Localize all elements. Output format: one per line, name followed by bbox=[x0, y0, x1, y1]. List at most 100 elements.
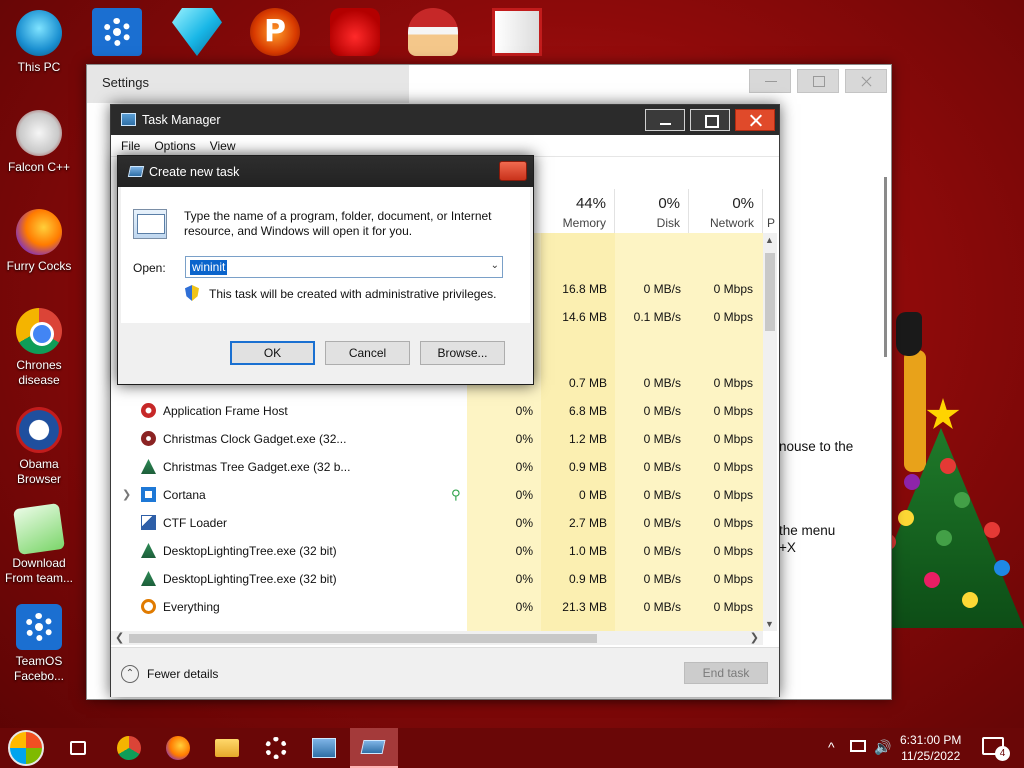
maximize-button[interactable] bbox=[690, 109, 730, 131]
desktop-icon-label: Chrones disease bbox=[16, 358, 62, 387]
fewer-details-label: Fewer details bbox=[147, 667, 219, 681]
network-cell: 0 Mbps bbox=[713, 460, 753, 474]
speaker-icon[interactable]: 🔊 bbox=[874, 739, 891, 768]
scroll-left-icon[interactable]: ❮ bbox=[115, 631, 124, 644]
open-input-value[interactable]: wininit bbox=[190, 260, 228, 275]
firefox-icon bbox=[16, 209, 62, 255]
p-badge-icon[interactable]: P bbox=[250, 8, 300, 56]
column-power-partial[interactable]: P bbox=[767, 189, 781, 233]
browse-button[interactable]: Browse... bbox=[420, 341, 505, 365]
clock[interactable]: 6:31:00 PM 11/25/2022 bbox=[900, 732, 961, 768]
settings-gear-icon[interactable] bbox=[265, 737, 287, 759]
column-network[interactable]: 0% Network bbox=[689, 189, 763, 233]
desktop-icon-chrome[interactable]: Chrones disease bbox=[1, 308, 77, 388]
column-memory[interactable]: 44% Memory bbox=[541, 189, 615, 233]
scrollbar-thumb[interactable] bbox=[129, 634, 597, 643]
process-name: Christmas Clock Gadget.exe (32... bbox=[163, 432, 347, 446]
cpu-cell: 0% bbox=[515, 404, 533, 418]
menu-file[interactable]: File bbox=[121, 135, 140, 156]
table-row[interactable]: ❯ Cortana ⚲ 0% 0 MB 0 MB/s 0 Mbps bbox=[111, 481, 763, 509]
settings-scrollbar[interactable] bbox=[884, 177, 887, 357]
diamond-icon[interactable] bbox=[172, 8, 222, 56]
tree-gadget-icon bbox=[141, 459, 156, 474]
tree-gadget-icon bbox=[141, 543, 156, 558]
process-name: Everything bbox=[163, 600, 220, 614]
chrome-icon bbox=[16, 308, 62, 354]
table-row[interactable]: DesktopLightingTree.exe (32 bit) 0% 0.9 … bbox=[111, 565, 763, 593]
table-row[interactable]: Christmas Clock Gadget.exe (32... 0% 1.2… bbox=[111, 425, 763, 453]
chrome-icon[interactable] bbox=[117, 736, 141, 760]
suspended-leaf-icon: ⚲ bbox=[451, 487, 461, 502]
scroll-up-icon[interactable]: ▲ bbox=[765, 235, 774, 245]
task-manager-icon[interactable] bbox=[312, 738, 336, 758]
network-cell: 0 Mbps bbox=[713, 572, 753, 586]
expand-chevron-icon[interactable]: ❯ bbox=[122, 488, 131, 501]
dialog-close-button[interactable] bbox=[499, 161, 527, 181]
create-new-task-dialog[interactable]: Create new task Type the name of a progr… bbox=[117, 155, 534, 385]
table-row[interactable]: Everything 0% 21.3 MB 0 MB/s 0 Mbps bbox=[111, 593, 763, 621]
disk-cell: 0 MB/s bbox=[643, 432, 681, 446]
table-row[interactable]: Application Frame Host 0% 6.8 MB 0 MB/s … bbox=[111, 397, 763, 425]
disk-cell: 0 MB/s bbox=[643, 404, 681, 418]
door-icon[interactable] bbox=[492, 8, 542, 56]
desktop-icon-falcon[interactable]: Falcon C++ bbox=[1, 110, 77, 175]
menu-options[interactable]: Options bbox=[154, 135, 195, 156]
maximize-button[interactable] bbox=[797, 69, 839, 93]
firefox-icon[interactable] bbox=[166, 736, 190, 760]
process-list-horizontal-scrollbar[interactable]: ❮ ❯ bbox=[111, 631, 763, 645]
task-manager-menubar: File Options View bbox=[111, 135, 779, 157]
desktop-icon-this-pc[interactable]: This PC bbox=[1, 10, 77, 75]
end-task-button[interactable]: End task bbox=[684, 662, 768, 684]
disk-cell: 0 MB/s bbox=[643, 600, 681, 614]
scroll-right-icon[interactable]: ❯ bbox=[750, 631, 759, 644]
dialog-titlebar[interactable]: Create new task bbox=[118, 156, 533, 187]
table-row[interactable]: CTF Loader 0% 2.7 MB 0 MB/s 0 Mbps bbox=[111, 509, 763, 537]
memory-cell: 6.8 MB bbox=[568, 404, 607, 418]
process-list-vertical-scrollbar[interactable]: ▲ ▼ bbox=[763, 233, 777, 631]
gear-icon[interactable] bbox=[92, 8, 142, 56]
network-percent: 0% bbox=[732, 195, 754, 212]
chevron-up-icon[interactable]: ^ bbox=[828, 739, 835, 768]
start-button[interactable] bbox=[8, 730, 44, 766]
desktop-icon-download[interactable]: Download From team... bbox=[1, 503, 77, 586]
minimize-button[interactable] bbox=[645, 109, 685, 131]
close-button[interactable] bbox=[735, 109, 775, 131]
santa-icon[interactable] bbox=[408, 8, 458, 56]
network-label: Network bbox=[709, 216, 754, 230]
fewer-details-button[interactable]: ⌃ Fewer details bbox=[121, 665, 218, 683]
scrollbar-thumb[interactable] bbox=[765, 253, 775, 331]
angry-bird-icon[interactable] bbox=[330, 8, 380, 56]
file-explorer-icon[interactable] bbox=[215, 739, 239, 757]
memory-cell: 0 MB bbox=[578, 488, 607, 502]
open-label: Open: bbox=[133, 261, 166, 275]
settings-title: Settings bbox=[102, 75, 149, 90]
ok-button[interactable]: OK bbox=[230, 341, 315, 365]
table-row[interactable]: DesktopLightingTree.exe (32 bit) 0% 1.0 … bbox=[111, 537, 763, 565]
task-view-icon[interactable] bbox=[70, 741, 86, 755]
ctf-loader-icon bbox=[141, 515, 156, 530]
cancel-button[interactable]: Cancel bbox=[325, 341, 410, 365]
network-icon[interactable] bbox=[850, 740, 866, 752]
power-label: P bbox=[767, 216, 776, 230]
minimize-button[interactable] bbox=[749, 69, 791, 93]
process-name: Christmas Tree Gadget.exe (32 b... bbox=[163, 460, 351, 474]
settings-window-controls bbox=[749, 69, 887, 93]
menu-view[interactable]: View bbox=[210, 135, 236, 156]
desktop-icon-teamos[interactable]: TeamOS Facebo... bbox=[1, 604, 77, 684]
desktop-icon-firefox[interactable]: Furry Cocks bbox=[1, 209, 77, 274]
memory-cell: 1.2 MB bbox=[568, 432, 607, 446]
cpu-cell: 0% bbox=[515, 544, 533, 558]
open-combobox[interactable]: wininit ⌄ bbox=[185, 256, 503, 278]
desktop-icon-obama[interactable]: Obama Browser bbox=[1, 407, 77, 487]
task-manager-titlebar[interactable]: Task Manager bbox=[111, 105, 779, 135]
chevron-down-icon[interactable]: ⌄ bbox=[491, 260, 499, 271]
close-button[interactable] bbox=[845, 69, 887, 93]
table-row[interactable]: Christmas Tree Gadget.exe (32 b... 0% 0.… bbox=[111, 453, 763, 481]
tree-gadget-icon bbox=[141, 571, 156, 586]
taskbar-run-dialog[interactable] bbox=[350, 728, 398, 768]
column-disk[interactable]: 0% Disk bbox=[615, 189, 689, 233]
notification-center-icon[interactable]: 4 bbox=[982, 737, 1010, 761]
taskbar: ^ 🔊 6:31:00 PM 11/25/2022 4 bbox=[0, 728, 1024, 768]
desktop-icon-label: Falcon C++ bbox=[7, 160, 71, 174]
scroll-down-icon[interactable]: ▼ bbox=[765, 619, 774, 629]
